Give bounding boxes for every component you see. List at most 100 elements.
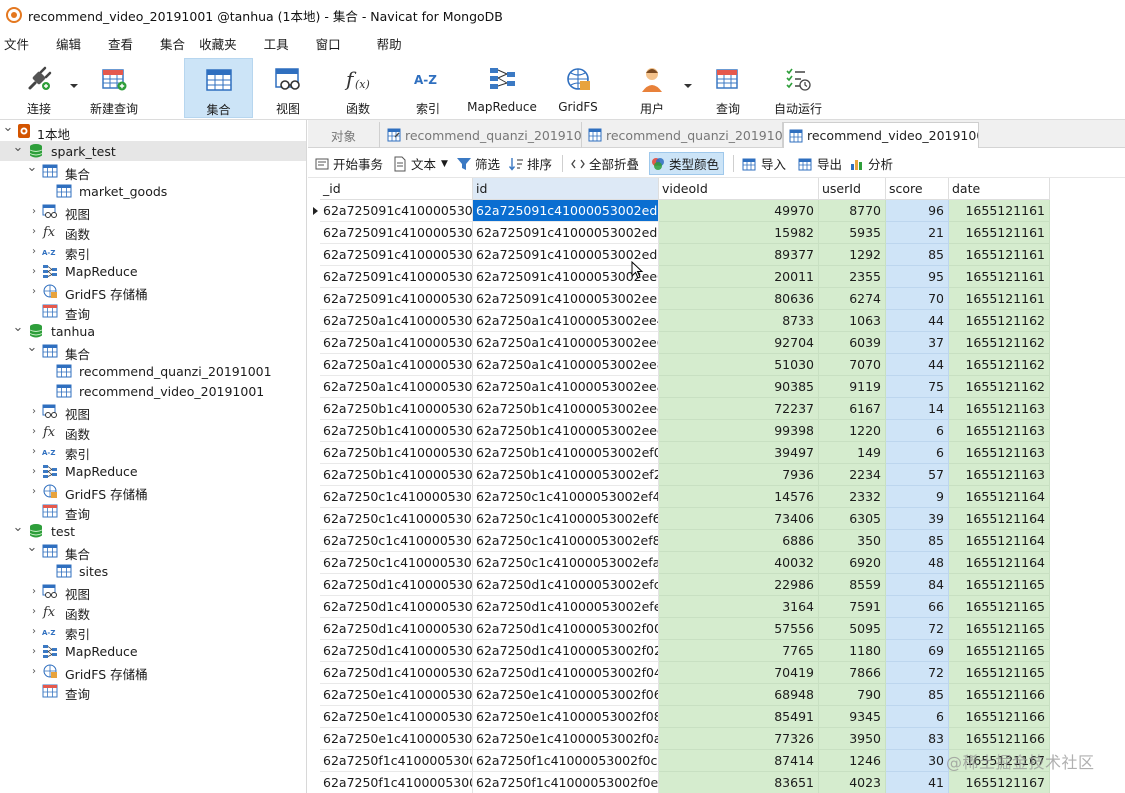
cell-id[interactable]: 62a7250b1c41000053002eec [320, 398, 473, 420]
tree-queries[interactable]: 查询 [0, 301, 306, 322]
cell-userId[interactable]: 7866 [819, 662, 886, 684]
cell-score[interactable]: 75 [886, 376, 949, 398]
table-row[interactable]: 62a725091c41000053002edc62a725091c410000… [308, 222, 1050, 244]
cell-date[interactable]: 1655121163 [949, 398, 1050, 420]
chevron-right-icon[interactable]: › [29, 246, 39, 257]
menu-tools[interactable]: 工具 [262, 34, 291, 53]
table-row[interactable]: 62a7250d1c41000053002efc62a7250d1c410000… [308, 574, 1050, 596]
cell-id[interactable]: 62a7250e1c41000053002f08 [473, 706, 659, 728]
table-row[interactable]: 62a7250a1c41000053002eea62a7250a1c410000… [308, 376, 1050, 398]
cell-score[interactable]: 14 [886, 398, 949, 420]
cell-userId[interactable]: 1292 [819, 244, 886, 266]
cell-id[interactable]: 62a725091c41000053002edc [473, 222, 659, 244]
cell-videoId[interactable]: 15982 [659, 222, 819, 244]
cell-id[interactable]: 62a7250d1c41000053002f02 [473, 640, 659, 662]
cell-date[interactable]: 1655121161 [949, 200, 1050, 222]
cell-date[interactable]: 1655121162 [949, 354, 1050, 376]
table-row[interactable]: 62a725091c41000053002ede62a725091c410000… [308, 244, 1050, 266]
cell-date[interactable]: 1655121164 [949, 508, 1050, 530]
cell-date[interactable]: 1655121162 [949, 310, 1050, 332]
cell-videoId[interactable]: 49970 [659, 200, 819, 222]
user-button[interactable]: 用户 [627, 58, 677, 118]
tree-collections-folder[interactable]: ⌄ 集合 [0, 160, 306, 183]
chevron-right-icon[interactable]: › [29, 286, 39, 297]
table-row[interactable]: 62a7250a1c41000053002ee462a7250a1c410000… [308, 310, 1050, 332]
tree-views[interactable]: › 视图 [0, 401, 306, 422]
table-row[interactable]: 62a7250d1c41000053002efe62a7250d1c410000… [308, 596, 1050, 618]
cell-id[interactable]: 62a7250c1c41000053002ef6 [320, 508, 473, 530]
cell-userId[interactable]: 6039 [819, 332, 886, 354]
tree-collection-sites[interactable]: sites [0, 561, 306, 581]
collapse-all-button[interactable]: 全部折叠 [570, 152, 639, 175]
menu-view[interactable]: 查看 [106, 34, 135, 53]
tree-database-test[interactable]: ⌄ test [0, 520, 306, 541]
filter-button[interactable]: 筛选 [456, 152, 500, 175]
cell-score[interactable]: 84 [886, 574, 949, 596]
gridfs-button[interactable]: GridFS [553, 58, 603, 118]
cell-id[interactable]: 62a7250d1c41000053002f00 [473, 618, 659, 640]
tree-queries[interactable]: 查询 [0, 681, 306, 702]
cell-videoId[interactable]: 72237 [659, 398, 819, 420]
cell-id[interactable]: 62a7250a1c41000053002ee8 [320, 354, 473, 376]
cell-videoId[interactable]: 51030 [659, 354, 819, 376]
chevron-right-icon[interactable]: › [29, 266, 39, 277]
cell-id[interactable]: 62a7250e1c41000053002f08 [320, 706, 473, 728]
tree-indexes[interactable]: › A-Z 索引 [0, 441, 306, 463]
cell-userId[interactable]: 2234 [819, 464, 886, 486]
cell-id[interactable]: 62a7250b1c41000053002ef0 [473, 442, 659, 464]
cell-id[interactable]: 62a7250b1c41000053002eec [473, 398, 659, 420]
analyze-button[interactable]: 分析 [849, 152, 893, 175]
cell-date[interactable]: 1655121165 [949, 596, 1050, 618]
cell-date[interactable]: 1655121167 [949, 772, 1050, 793]
cell-date[interactable]: 1655121165 [949, 574, 1050, 596]
tab-recommend-quanzi-1[interactable]: recommend_quanzi_201910... [382, 122, 582, 148]
cell-userId[interactable]: 9345 [819, 706, 886, 728]
function-button[interactable]: f (x) 函数 [332, 58, 384, 118]
cell-date[interactable]: 1655121163 [949, 442, 1050, 464]
cell-id[interactable]: 62a7250c1c41000053002efa [320, 552, 473, 574]
cell-userId[interactable]: 7591 [819, 596, 886, 618]
chevron-down-icon[interactable]: ⌄ [27, 340, 38, 355]
tree-gridfs-buckets[interactable]: › GridFS 存储桶 [0, 481, 306, 502]
cell-userId[interactable]: 9119 [819, 376, 886, 398]
cell-id[interactable]: 62a7250c1c41000053002ef4 [320, 486, 473, 508]
cell-userId[interactable]: 2355 [819, 266, 886, 288]
index-button[interactable]: A-Z 索引 [402, 58, 454, 118]
cell-userId[interactable]: 149 [819, 442, 886, 464]
type-color-button[interactable]: 类型颜色 [649, 152, 725, 175]
cell-userId[interactable]: 3950 [819, 728, 886, 750]
cell-id[interactable]: 62a7250b1c41000053002ef2 [320, 464, 473, 486]
cell-userId[interactable]: 7070 [819, 354, 886, 376]
chevron-right-icon[interactable]: › [29, 446, 39, 457]
cell-userId[interactable]: 1220 [819, 420, 886, 442]
automation-button[interactable]: 自动运行 [770, 58, 826, 118]
table-row[interactable]: 62a7250e1c41000053002f0a62a7250e1c410000… [308, 728, 1050, 750]
tree-collection-market_goods[interactable]: market_goods [0, 181, 306, 201]
cell-date[interactable]: 1655121162 [949, 376, 1050, 398]
menu-file[interactable]: 文件 [2, 34, 31, 53]
cell-id[interactable]: 62a7250a1c41000053002ee4 [473, 310, 659, 332]
cell-date[interactable]: 1655121161 [949, 244, 1050, 266]
table-row[interactable]: 62a7250b1c41000053002ef262a7250b1c410000… [308, 464, 1050, 486]
cell-date[interactable]: 1655121162 [949, 332, 1050, 354]
tree-mapreduce[interactable]: › MapReduce [0, 461, 306, 481]
cell-date[interactable]: 1655121163 [949, 420, 1050, 442]
menu-help[interactable]: 帮助 [375, 34, 404, 53]
tree-views[interactable]: › 视图 [0, 201, 306, 222]
chevron-right-icon[interactable]: › [29, 626, 39, 637]
table-row[interactable]: 62a7250d1c41000053002f0262a7250d1c410000… [308, 640, 1050, 662]
menu-favorites[interactable]: 收藏夹 [197, 34, 239, 53]
cell-score[interactable]: 57 [886, 464, 949, 486]
cell-date[interactable]: 1655121166 [949, 684, 1050, 706]
cell-id[interactable]: 62a725091c41000053002ee0 [320, 266, 473, 288]
cell-id[interactable]: 62a7250a1c41000053002ee8 [473, 354, 659, 376]
cell-userId[interactable]: 8770 [819, 200, 886, 222]
column-header-userId[interactable]: userId [819, 178, 886, 200]
cell-id[interactable]: 62a7250c1c41000053002ef6 [473, 508, 659, 530]
cell-score[interactable]: 6 [886, 706, 949, 728]
menu-window[interactable]: 窗口 [314, 34, 343, 53]
table-row[interactable]: 62a7250c1c41000053002ef862a7250c1c410000… [308, 530, 1050, 552]
text-view-button[interactable]: 文本 ▼ [392, 152, 448, 175]
cell-userId[interactable]: 1246 [819, 750, 886, 772]
table-row[interactable]: 62a7250d1c41000053002f0062a7250d1c410000… [308, 618, 1050, 640]
